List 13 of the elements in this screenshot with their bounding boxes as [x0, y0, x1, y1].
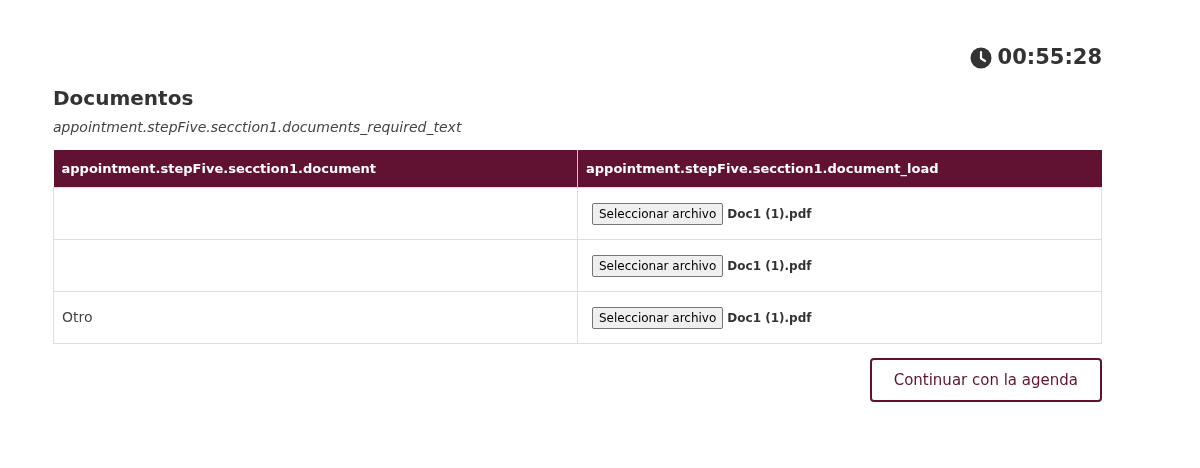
continue-button[interactable]: Continuar con la agenda — [869, 358, 1102, 402]
file-select-button[interactable]: Seleccionar archivo — [592, 306, 724, 329]
column-header: appointment.stepFive.secction1.document_load — [577, 149, 1102, 188]
file-name: Doc1 (1).pdf — [727, 309, 812, 327]
section-subtitle: appointment.stepFive.secction1.documents_required_text — [53, 117, 463, 137]
file-name: Doc1 (1).pdf — [727, 205, 812, 223]
section-title: Documentos — [53, 84, 195, 112]
table-cell: Otro — [53, 291, 578, 344]
file-select-button[interactable]: Seleccionar archivo — [592, 202, 724, 225]
file-select-button[interactable]: Seleccionar archivo — [592, 254, 724, 277]
countdown-timer: 00:55:28 — [997, 44, 1102, 71]
file-name: Doc1 (1).pdf — [727, 257, 812, 275]
clock-icon — [969, 46, 992, 69]
